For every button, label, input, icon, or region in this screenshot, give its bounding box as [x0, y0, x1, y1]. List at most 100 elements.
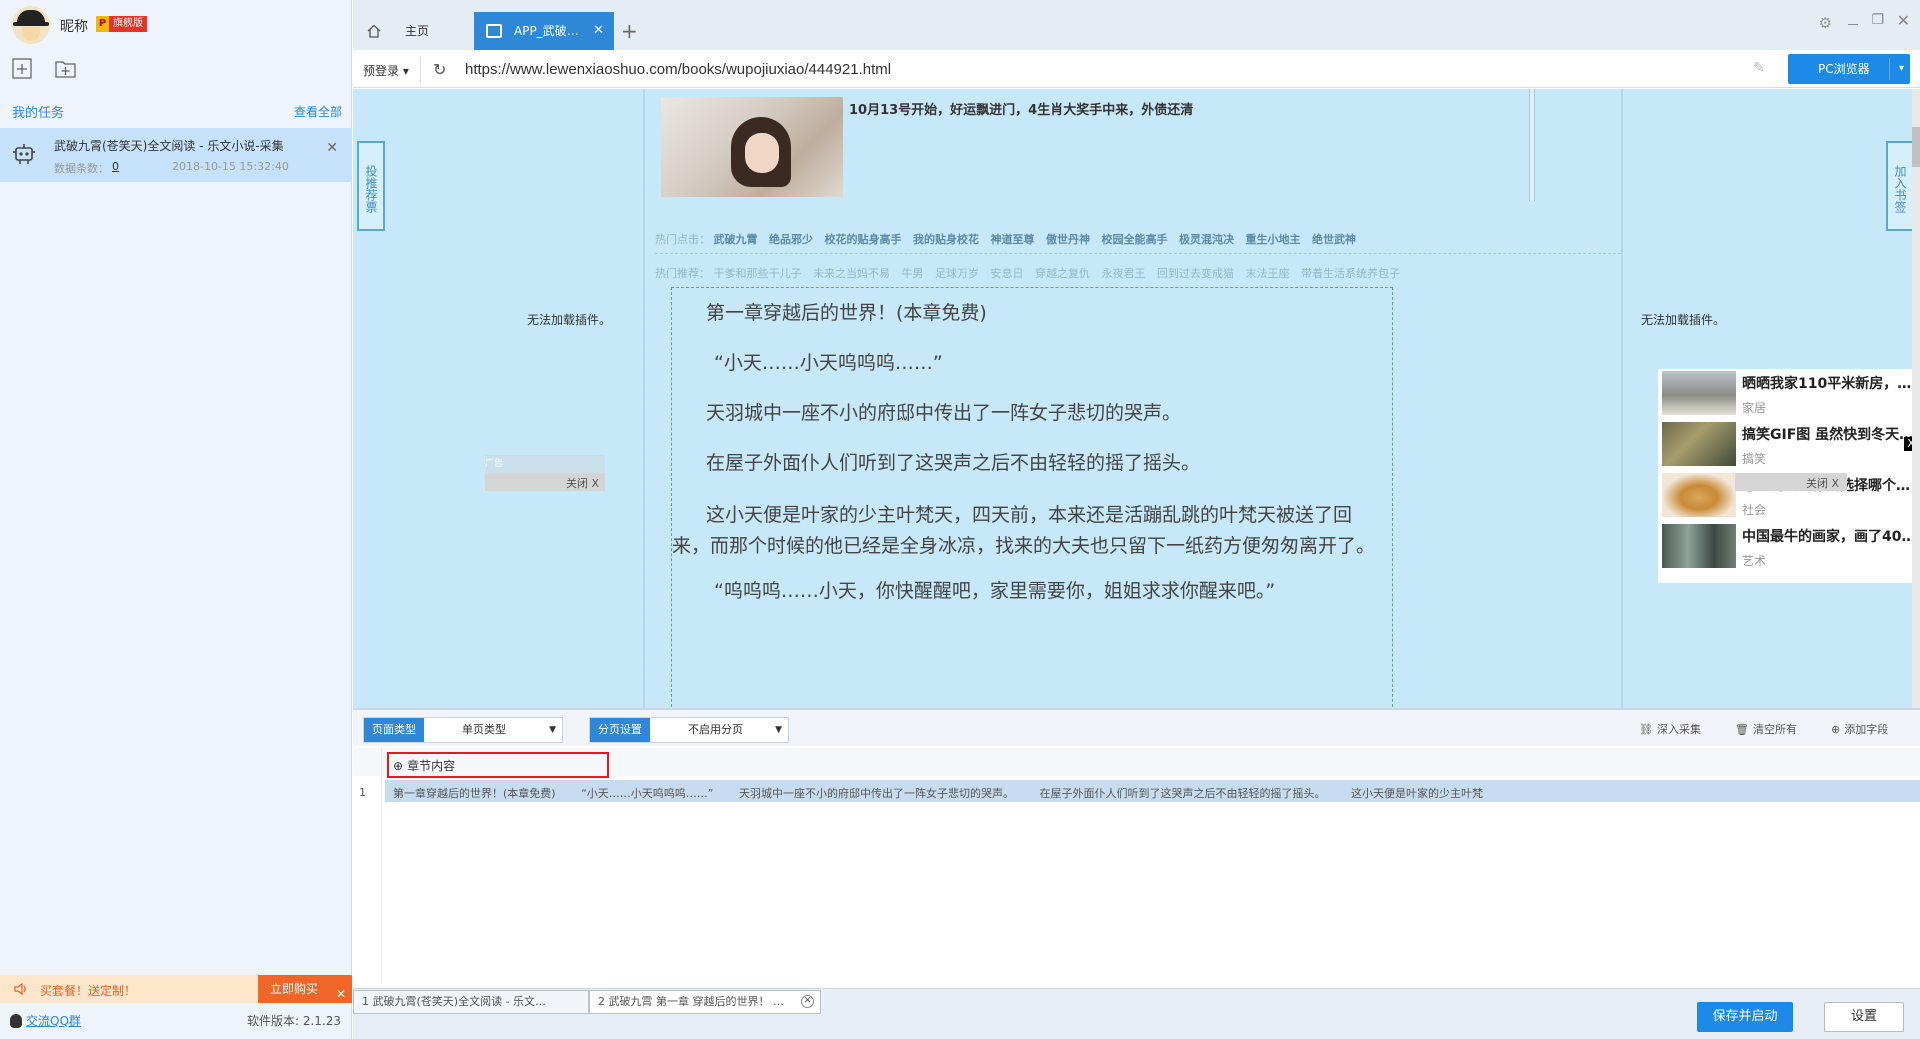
divider	[381, 748, 382, 984]
recommend-link[interactable]: 未来之当妈不易	[813, 267, 890, 280]
prelogin-dropdown[interactable]: 预登录 ▾	[363, 62, 409, 79]
scrollbar-thumb[interactable]	[1912, 127, 1920, 167]
recommend-link[interactable]: 穿越之复仇	[1035, 267, 1090, 280]
sidebar: 昵称 P 旗舰版 我的任务 查看全部 武破九霄(苍笑天)全文阅读 - 乐文小说-…	[0, 0, 352, 1039]
news-headline[interactable]: 10月13号开始，好运飘进门，4生肖大奖手中来，外债还清	[849, 99, 1193, 118]
close-window-button[interactable]: ✕	[1897, 11, 1910, 30]
ad-thumbnail	[1662, 524, 1736, 568]
qq-group-link[interactable]: 交流QQ群	[10, 1012, 81, 1029]
task-time: 2018-10-15 15:32:40	[172, 160, 289, 173]
url-input[interactable]	[465, 56, 1765, 82]
gear-icon[interactable]: ⚙	[1819, 14, 1832, 32]
nickname[interactable]: 昵称	[60, 16, 88, 36]
new-folder-button[interactable]	[54, 58, 78, 80]
pc-browser-button[interactable]: PC浏览器 ▾	[1788, 54, 1910, 84]
new-tab-button[interactable]: +	[621, 12, 638, 50]
recommend-link[interactable]: 干爹和那些干儿子	[714, 267, 802, 280]
ad-close-bar[interactable]: 关闭 X	[1735, 473, 1847, 491]
page-type-value-text: 单页类型	[462, 723, 506, 736]
recommend-link[interactable]: 永夜君王	[1102, 267, 1146, 280]
hot-link[interactable]: 傲世丹神	[1046, 233, 1090, 246]
hot-recommend-label: 热门推荐：	[655, 267, 710, 280]
task-count-value[interactable]: 0	[112, 160, 119, 173]
table-cell: 第一章穿越后的世界！(本章免费)	[393, 787, 556, 800]
ad-title: 中国最牛的画家，画了40…	[1742, 529, 1916, 545]
ad-item[interactable]: 中国最牛的画家，画了40… 艺术	[1662, 522, 1918, 572]
hot-link[interactable]: 极灵混沌决	[1179, 233, 1234, 246]
vertical-scrollbar[interactable]	[1912, 89, 1920, 708]
field-name-label: 章节内容	[407, 759, 456, 773]
doc-tab-label: 2 武破九霄 第一章 穿越后的世界！ …	[598, 995, 784, 1008]
recommend-link[interactable]: 带着生活系统养包子	[1301, 267, 1400, 280]
doc-tab-1[interactable]: 1 武破九霄(苍笑天)全文阅读 - 乐文…	[353, 990, 589, 1014]
ad-item[interactable]: 搞笑GIF图 虽然快到冬天… 搞笑	[1662, 420, 1918, 470]
page-type-label: 页面类型	[364, 718, 424, 742]
prelogin-label: 预登录	[363, 64, 400, 78]
ad-close-bar[interactable]: 关闭 X	[485, 473, 605, 491]
tab-home[interactable]: 主页	[353, 12, 473, 50]
buy-now-button[interactable]: 立即购买 ✕	[258, 975, 352, 1003]
field-header[interactable]: ⊕ 章节内容	[393, 757, 455, 774]
vip-label: 旗舰版	[109, 16, 147, 32]
maximize-button[interactable]: ❐	[1871, 12, 1884, 28]
new-document-icon	[12, 58, 32, 79]
hot-link[interactable]: 绝世武神	[1312, 233, 1356, 246]
inner-scrollbar[interactable]	[1529, 89, 1535, 201]
ad-category: 社会	[1742, 503, 1767, 517]
chapter-content-box[interactable]: 第一章穿越后的世界！(本章免费) “小天……小天呜呜呜……” 天羽城中一座不小的…	[671, 287, 1393, 708]
ad-close-label: 关闭 X	[565, 477, 599, 490]
close-icon[interactable]: ✕	[801, 995, 814, 1008]
add-bookmark-button[interactable]: 加入书签	[1886, 141, 1914, 231]
close-tab-icon[interactable]: ✕	[593, 12, 604, 50]
hot-link[interactable]: 绝品邪少	[769, 233, 813, 246]
web-viewport: 投推荐票 加入书签 无法加载插件。 无法加载插件。 广告 关闭 X 10月13号…	[353, 89, 1920, 708]
my-tasks-title: 我的任务	[12, 106, 65, 121]
avatar[interactable]	[12, 6, 50, 44]
table-row-text: 第一章穿越后的世界！(本章免费) “小天……小天呜呜呜……” 天羽城中一座不小的…	[393, 785, 1505, 801]
recommend-link[interactable]: 牛男	[902, 267, 924, 280]
minimize-button[interactable]	[1846, 14, 1860, 28]
recommend-link[interactable]: 安息日	[991, 267, 1024, 280]
page-type-select[interactable]: 页面类型 单页类型 ▼	[363, 717, 563, 743]
hot-link[interactable]: 校花的贴身高手	[825, 233, 902, 246]
pencil-icon[interactable]: ✎	[1753, 60, 1765, 76]
chapter-paragraph: 天羽城中一座不小的府邸中传出了一阵女子悲切的哭声。	[706, 402, 1182, 424]
divider	[1889, 58, 1890, 80]
ad-item[interactable]: 晒晒我家110平米新房，餐… 家居	[1662, 369, 1918, 419]
recommend-link[interactable]: 回到过去变成猫	[1157, 267, 1234, 280]
refresh-icon[interactable]: ↻	[433, 60, 446, 79]
news-image[interactable]	[661, 97, 843, 197]
save-and-start-button[interactable]: 保存并启动	[1697, 1002, 1793, 1032]
view-all-link[interactable]: 查看全部	[294, 103, 342, 120]
clear-all-label: 清空所有	[1752, 723, 1797, 736]
tab-active-label: APP_武破…	[514, 24, 579, 38]
clear-all-button[interactable]: 🗑 清空所有	[1735, 721, 1797, 737]
doc-tab-label: 1 武破九霄(苍笑天)全文阅读 - 乐文…	[362, 995, 547, 1008]
hot-link[interactable]: 神道至尊	[991, 233, 1035, 246]
paging-select[interactable]: 分页设置 不启用分页 ▼	[589, 717, 789, 743]
recommend-link[interactable]: 足球万岁	[935, 267, 979, 280]
table-cell: 在屋子外面仆人们听到了这哭声之后不由轻轻的摇了摇头。	[1039, 787, 1326, 800]
task-count-label: 数据条数：	[54, 162, 109, 175]
new-task-button[interactable]	[11, 58, 35, 80]
version-text: 软件版本: 2.1.23	[246, 1014, 341, 1028]
ad-title: 晒晒我家110平米新房，餐…	[1742, 376, 1918, 392]
tab-active[interactable]: APP_武破… ✕	[474, 12, 614, 50]
add-field-button[interactable]: ⊕ 添加字段	[1831, 721, 1888, 737]
hot-link[interactable]: 重生小地主	[1246, 233, 1301, 246]
hot-link[interactable]: 校园全能高手	[1102, 233, 1168, 246]
caret-down-icon[interactable]: ▾	[1899, 54, 1904, 84]
add-field-label: 添加字段	[1844, 723, 1889, 736]
qq-group-label: 交流QQ群	[26, 1014, 81, 1028]
vote-ticket-button[interactable]: 投推荐票	[357, 141, 385, 231]
deep-collect-button[interactable]: ⛓ 深入采集	[1639, 721, 1701, 737]
close-icon[interactable]: ✕	[336, 980, 346, 1008]
hot-link[interactable]: 我的贴身校花	[913, 233, 979, 246]
settings-button[interactable]: 设置	[1824, 1002, 1904, 1032]
recommend-link[interactable]: 末法王座	[1246, 267, 1290, 280]
ad-close-label: 关闭 X	[1805, 477, 1839, 490]
hot-link[interactable]: 武破九霄	[714, 233, 758, 246]
doc-tab-2[interactable]: 2 武破九霄 第一章 穿越后的世界！ … ✕	[589, 990, 821, 1014]
task-item[interactable]: 武破九霄(苍笑天)全文阅读 - 乐文小说-采集 数据条数： 0 2018-10-…	[0, 128, 352, 182]
close-icon[interactable]: ✕	[326, 140, 338, 156]
